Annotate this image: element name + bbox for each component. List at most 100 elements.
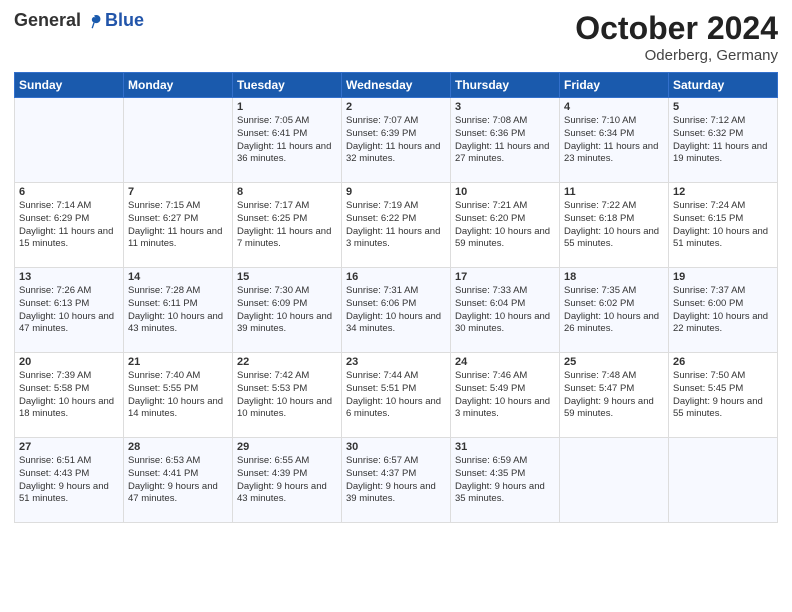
day-detail: Sunrise: 7:42 AM Sunset: 5:53 PM Dayligh…	[237, 370, 337, 421]
day-detail: Sunrise: 7:05 AM Sunset: 6:41 PM Dayligh…	[237, 115, 337, 166]
day-detail: Sunrise: 7:46 AM Sunset: 5:49 PM Dayligh…	[455, 370, 555, 421]
day-number: 25	[564, 356, 664, 368]
day-number: 17	[455, 271, 555, 283]
calendar-header-row: Sunday Monday Tuesday Wednesday Thursday…	[15, 73, 778, 98]
day-number: 28	[128, 441, 228, 453]
day-number: 15	[237, 271, 337, 283]
day-number: 9	[346, 186, 446, 198]
day-number: 21	[128, 356, 228, 368]
day-detail: Sunrise: 6:51 AM Sunset: 4:43 PM Dayligh…	[19, 455, 119, 506]
day-number: 31	[455, 441, 555, 453]
day-detail: Sunrise: 7:26 AM Sunset: 6:13 PM Dayligh…	[19, 285, 119, 336]
calendar-cell: 17 Sunrise: 7:33 AM Sunset: 6:04 PM Dayli…	[451, 268, 560, 353]
day-detail: Sunrise: 6:53 AM Sunset: 4:41 PM Dayligh…	[128, 455, 228, 506]
calendar-cell: 27 Sunrise: 6:51 AM Sunset: 4:43 PM Dayli…	[15, 438, 124, 523]
day-number: 29	[237, 441, 337, 453]
calendar-cell: 26 Sunrise: 7:50 AM Sunset: 5:45 PM Dayli…	[669, 353, 778, 438]
calendar-cell: 28 Sunrise: 6:53 AM Sunset: 4:41 PM Dayli…	[124, 438, 233, 523]
calendar-week-5: 27 Sunrise: 6:51 AM Sunset: 4:43 PM Dayli…	[15, 438, 778, 523]
calendar-cell	[124, 98, 233, 183]
calendar-week-2: 6 Sunrise: 7:14 AM Sunset: 6:29 PM Daylig…	[15, 183, 778, 268]
col-wednesday: Wednesday	[342, 73, 451, 98]
day-number: 12	[673, 186, 773, 198]
day-detail: Sunrise: 6:55 AM Sunset: 4:39 PM Dayligh…	[237, 455, 337, 506]
calendar-cell: 14 Sunrise: 7:28 AM Sunset: 6:11 PM Dayli…	[124, 268, 233, 353]
day-detail: Sunrise: 7:08 AM Sunset: 6:36 PM Dayligh…	[455, 115, 555, 166]
day-number: 24	[455, 356, 555, 368]
day-number: 13	[19, 271, 119, 283]
day-detail: Sunrise: 7:22 AM Sunset: 6:18 PM Dayligh…	[564, 200, 664, 251]
day-detail: Sunrise: 7:48 AM Sunset: 5:47 PM Dayligh…	[564, 370, 664, 421]
day-number: 14	[128, 271, 228, 283]
calendar-cell	[15, 98, 124, 183]
day-number: 4	[564, 101, 664, 113]
calendar-cell: 6 Sunrise: 7:14 AM Sunset: 6:29 PM Daylig…	[15, 183, 124, 268]
calendar-cell: 13 Sunrise: 7:26 AM Sunset: 6:13 PM Dayli…	[15, 268, 124, 353]
calendar-week-1: 1 Sunrise: 7:05 AM Sunset: 6:41 PM Daylig…	[15, 98, 778, 183]
day-detail: Sunrise: 7:24 AM Sunset: 6:15 PM Dayligh…	[673, 200, 773, 251]
logo: General Blue	[14, 10, 144, 31]
day-number: 5	[673, 101, 773, 113]
day-detail: Sunrise: 7:17 AM Sunset: 6:25 PM Dayligh…	[237, 200, 337, 251]
calendar-cell: 3 Sunrise: 7:08 AM Sunset: 6:36 PM Daylig…	[451, 98, 560, 183]
day-detail: Sunrise: 7:40 AM Sunset: 5:55 PM Dayligh…	[128, 370, 228, 421]
calendar-cell: 15Sunrise: 7:30 AM Sunset: 6:09 PM Dayli…	[233, 268, 342, 353]
calendar-cell: 29 Sunrise: 6:55 AM Sunset: 4:39 PM Dayli…	[233, 438, 342, 523]
day-detail: Sunrise: 6:57 AM Sunset: 4:37 PM Dayligh…	[346, 455, 446, 506]
calendar-cell	[560, 438, 669, 523]
day-number: 1	[237, 101, 337, 113]
day-number: 8	[237, 186, 337, 198]
day-number: 22	[237, 356, 337, 368]
calendar-cell: 10 Sunrise: 7:21 AM Sunset: 6:20 PM Dayli…	[451, 183, 560, 268]
day-detail: Sunrise: 7:28 AM Sunset: 6:11 PM Dayligh…	[128, 285, 228, 336]
col-tuesday: Tuesday	[233, 73, 342, 98]
month-title: October 2024	[575, 10, 778, 47]
day-number: 19	[673, 271, 773, 283]
calendar-cell: 22 Sunrise: 7:42 AM Sunset: 5:53 PM Dayli…	[233, 353, 342, 438]
day-detail: Sunrise: 7:50 AM Sunset: 5:45 PM Dayligh…	[673, 370, 773, 421]
day-detail: Sunrise: 7:44 AM Sunset: 5:51 PM Dayligh…	[346, 370, 446, 421]
day-detail: Sunrise: 7:33 AM Sunset: 6:04 PM Dayligh…	[455, 285, 555, 336]
day-detail: Sunrise: 7:12 AM Sunset: 6:32 PM Dayligh…	[673, 115, 773, 166]
day-detail: Sunrise: 7:37 AM Sunset: 6:00 PM Dayligh…	[673, 285, 773, 336]
day-number: 11	[564, 186, 664, 198]
calendar-week-3: 13 Sunrise: 7:26 AM Sunset: 6:13 PM Dayli…	[15, 268, 778, 353]
page-container: General Blue October 2024 Oderberg, Germ…	[0, 0, 792, 533]
logo-bird-icon	[85, 12, 103, 30]
page-header: General Blue October 2024 Oderberg, Germ…	[14, 10, 778, 64]
calendar-cell: 21 Sunrise: 7:40 AM Sunset: 5:55 PM Dayli…	[124, 353, 233, 438]
calendar-cell: 20Sunrise: 7:39 AM Sunset: 5:58 PM Dayli…	[15, 353, 124, 438]
day-detail: Sunrise: 7:31 AM Sunset: 6:06 PM Dayligh…	[346, 285, 446, 336]
col-monday: Monday	[124, 73, 233, 98]
calendar-cell: 5 Sunrise: 7:12 AM Sunset: 6:32 PM Daylig…	[669, 98, 778, 183]
day-detail: Sunrise: 6:59 AM Sunset: 4:35 PM Dayligh…	[455, 455, 555, 506]
day-number: 3	[455, 101, 555, 113]
day-number: 10	[455, 186, 555, 198]
day-detail: Sunrise: 7:07 AM Sunset: 6:39 PM Dayligh…	[346, 115, 446, 166]
logo-blue-text: Blue	[105, 10, 144, 31]
day-number: 27	[19, 441, 119, 453]
day-number: 16	[346, 271, 446, 283]
calendar-cell: 7 Sunrise: 7:15 AM Sunset: 6:27 PM Daylig…	[124, 183, 233, 268]
day-number: 23	[346, 356, 446, 368]
day-detail: Sunrise: 7:14 AM Sunset: 6:29 PM Dayligh…	[19, 200, 119, 251]
calendar-week-4: 20Sunrise: 7:39 AM Sunset: 5:58 PM Dayli…	[15, 353, 778, 438]
calendar-cell: 25 Sunrise: 7:48 AM Sunset: 5:47 PM Dayli…	[560, 353, 669, 438]
day-number: 26	[673, 356, 773, 368]
logo-general-text: General	[14, 10, 81, 31]
calendar-cell: 2 Sunrise: 7:07 AM Sunset: 6:39 PM Daylig…	[342, 98, 451, 183]
calendar-cell: 11 Sunrise: 7:22 AM Sunset: 6:18 PM Dayli…	[560, 183, 669, 268]
day-number: 6	[19, 186, 119, 198]
calendar-cell: 8 Sunrise: 7:17 AM Sunset: 6:25 PM Daylig…	[233, 183, 342, 268]
calendar-cell: 24 Sunrise: 7:46 AM Sunset: 5:49 PM Dayli…	[451, 353, 560, 438]
day-number: 2	[346, 101, 446, 113]
title-block: October 2024 Oderberg, Germany	[575, 10, 778, 64]
day-detail: Sunrise: 7:21 AM Sunset: 6:20 PM Dayligh…	[455, 200, 555, 251]
col-thursday: Thursday	[451, 73, 560, 98]
location-text: Oderberg, Germany	[575, 47, 778, 64]
calendar-cell: 30Sunrise: 6:57 AM Sunset: 4:37 PM Dayli…	[342, 438, 451, 523]
day-detail: Sunrise: 7:19 AM Sunset: 6:22 PM Dayligh…	[346, 200, 446, 251]
day-number: 18	[564, 271, 664, 283]
day-number: 7	[128, 186, 228, 198]
day-detail: Sunrise: 7:15 AM Sunset: 6:27 PM Dayligh…	[128, 200, 228, 251]
